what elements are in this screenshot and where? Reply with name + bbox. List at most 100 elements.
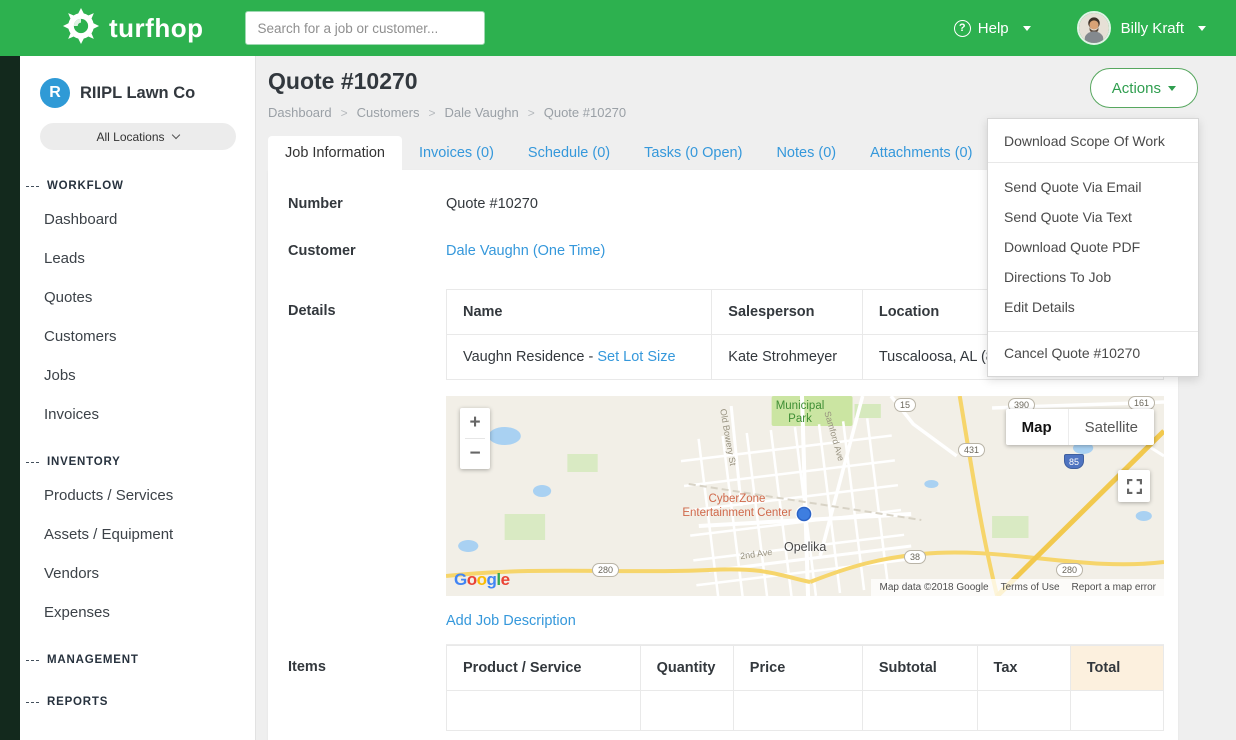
zoom-out-button[interactable]: − [460, 439, 490, 469]
details-header-salesperson: Salesperson [712, 290, 863, 335]
menu-item-download-quote-pdf[interactable]: Download Quote PDF [988, 232, 1198, 262]
tab-notes[interactable]: Notes (0) [759, 136, 853, 170]
details-salesperson-cell: Kate Strohmeyer [712, 335, 863, 380]
menu-item-cancel-quote[interactable]: Cancel Quote #10270 [988, 332, 1198, 376]
route-shield-38: 38 [904, 550, 926, 564]
sidebar: R RIIPL Lawn Co All Locations WORKFLOW D… [0, 56, 256, 740]
items-header-quantity: Quantity [640, 646, 733, 691]
items-header-tax: Tax [977, 646, 1070, 691]
google-logo[interactable]: Google [454, 570, 510, 590]
breadcrumb-current: Quote #10270 [544, 105, 626, 120]
property-name: Vaughn Residence - [463, 349, 593, 365]
help-label: Help [978, 20, 1009, 37]
items-label: Items [288, 645, 446, 731]
page-header-left: Quote #10270 Dashboard > Customers > Dal… [268, 64, 626, 134]
page-title: Quote #10270 [268, 68, 626, 95]
user-name: Billy Kraft [1121, 20, 1184, 37]
items-header-product-service: Product / Service [447, 646, 641, 691]
sidebar-nav: WORKFLOW Dashboard Leads Quotes Customer… [20, 150, 255, 716]
add-job-description-row: Add Job Description [446, 596, 1164, 645]
main-shell: R RIIPL Lawn Co All Locations WORKFLOW D… [0, 56, 1236, 740]
customer-name-link[interactable]: Dale Vaughn [446, 243, 529, 259]
sidebar-item-products-services[interactable]: Products / Services [20, 476, 255, 515]
menu-item-send-quote-via-email[interactable]: Send Quote Via Email [988, 172, 1198, 202]
menu-item-directions-to-job[interactable]: Directions To Job [988, 262, 1198, 292]
turfhop-logo-icon [62, 7, 100, 50]
breadcrumb-separator-icon: > [528, 106, 535, 120]
sidebar-item-customers[interactable]: Customers [20, 317, 255, 356]
brand[interactable]: turfhop [62, 7, 203, 50]
route-shield-i85: 85 [1064, 454, 1084, 469]
section-reports[interactable]: REPORTS [20, 674, 255, 716]
sidebar-item-vendors[interactable]: Vendors [20, 554, 255, 593]
menu-item-send-quote-via-text[interactable]: Send Quote Via Text [988, 202, 1198, 232]
items-row: Items Product / Service Quantity Price S… [288, 645, 1164, 731]
satellite-view-button[interactable]: Satellite [1068, 409, 1154, 445]
brand-name: turfhop [109, 13, 203, 44]
actions-button[interactable]: Actions [1090, 68, 1198, 108]
map-type-control: Map Satellite [1006, 409, 1154, 445]
map-data-text: Map data ©2018 Google [879, 582, 988, 593]
job-location-map[interactable]: Municipal Park CyberZone Entertainment C… [446, 396, 1164, 596]
zoom-in-button[interactable]: + [460, 408, 490, 438]
sidebar-item-assets-equipment[interactable]: Assets / Equipment [20, 515, 255, 554]
tab-schedule[interactable]: Schedule (0) [511, 136, 627, 170]
locations-selector[interactable]: All Locations [40, 123, 236, 150]
app: turfhop ? Help Billy Kraft [0, 0, 1236, 740]
tab-job-information[interactable]: Job Information [268, 136, 402, 170]
help-menu[interactable]: ? Help [954, 20, 1031, 37]
breadcrumb-dashboard[interactable]: Dashboard [268, 105, 332, 120]
dash-icon [26, 660, 39, 661]
actions-dropdown-menu: Download Scope Of Work Send Quote Via Em… [987, 118, 1199, 377]
items-header-subtotal: Subtotal [862, 646, 977, 691]
sidebar-item-jobs[interactable]: Jobs [20, 356, 255, 395]
tab-tasks[interactable]: Tasks (0 Open) [627, 136, 759, 170]
map-attribution: Map data ©2018 Google Terms of Use Repor… [871, 579, 1164, 596]
section-management[interactable]: MANAGEMENT [20, 632, 255, 674]
dash-icon [26, 462, 39, 463]
menu-item-download-scope-of-work[interactable]: Download Scope Of Work [988, 119, 1198, 162]
menu-group: Send Quote Via Email Send Quote Via Text… [988, 163, 1198, 331]
number-label: Number [288, 196, 446, 212]
items-table: Product / Service Quantity Price Subtota… [446, 645, 1164, 731]
top-navbar: turfhop ? Help Billy Kraft [0, 0, 1236, 56]
section-label: WORKFLOW [47, 180, 124, 192]
map-marker-icon [797, 508, 810, 521]
dash-icon [26, 702, 39, 703]
sidebar-item-dashboard[interactable]: Dashboard [20, 200, 255, 239]
breadcrumb-dale-vaughn[interactable]: Dale Vaughn [445, 105, 519, 120]
sidebar-item-leads[interactable]: Leads [20, 239, 255, 278]
menu-item-edit-details[interactable]: Edit Details [988, 292, 1198, 322]
sidebar-item-quotes[interactable]: Quotes [20, 278, 255, 317]
company-logo: R [40, 78, 70, 108]
chevron-down-icon [1198, 26, 1206, 31]
tab-attachments[interactable]: Attachments (0) [853, 136, 989, 170]
details-header-name: Name [447, 290, 712, 335]
route-shield-280-right: 280 [1056, 563, 1083, 577]
sidebar-item-expenses[interactable]: Expenses [20, 593, 255, 632]
breadcrumb-customers[interactable]: Customers [357, 105, 420, 120]
chevron-down-icon [1168, 86, 1176, 91]
sidebar-item-invoices[interactable]: Invoices [20, 395, 255, 434]
map-view-button[interactable]: Map [1006, 409, 1068, 445]
route-shield-280-left: 280 [592, 563, 619, 577]
route-shield-431: 431 [958, 443, 985, 457]
details-label: Details [288, 289, 446, 645]
tab-invoices[interactable]: Invoices (0) [402, 136, 511, 170]
main-content: Quote #10270 Dashboard > Customers > Dal… [256, 56, 1236, 740]
help-icon: ? [954, 20, 971, 37]
dash-icon [26, 186, 39, 187]
fullscreen-button[interactable] [1118, 470, 1150, 502]
add-job-description-link[interactable]: Add Job Description [446, 613, 576, 629]
customer-type-link[interactable]: (One Time) [533, 243, 606, 259]
set-lot-size-link[interactable]: Set Lot Size [597, 349, 675, 365]
user-avatar[interactable] [1077, 11, 1111, 45]
report-map-error-link[interactable]: Report a map error [1072, 582, 1156, 593]
terms-of-use-link[interactable]: Terms of Use [1001, 582, 1060, 593]
items-header-total: Total [1070, 646, 1163, 691]
company-name: RIIPL Lawn Co [80, 84, 195, 103]
global-search-input[interactable] [245, 11, 485, 45]
customer-label: Customer [288, 243, 446, 259]
breadcrumb-separator-icon: > [428, 106, 435, 120]
user-menu[interactable]: Billy Kraft [1121, 20, 1206, 37]
